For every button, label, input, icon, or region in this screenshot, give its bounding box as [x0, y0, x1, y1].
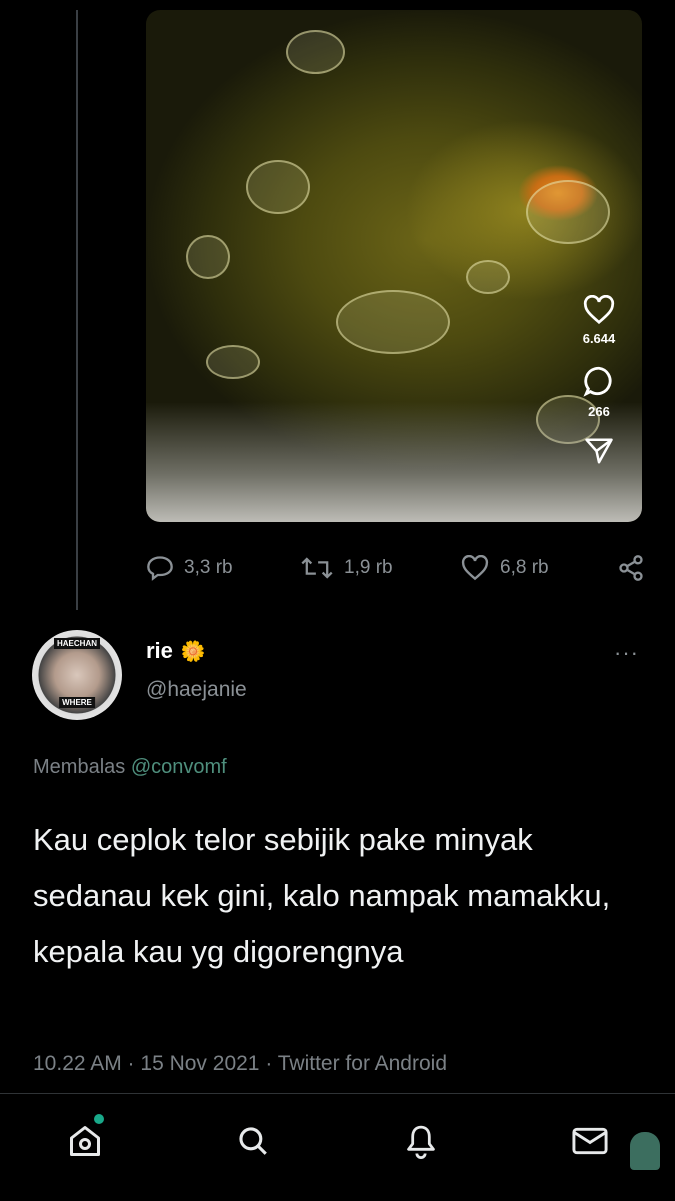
like-count: 6,8 rb [500, 557, 549, 578]
oil-bubble [206, 345, 260, 379]
replying-to-label: Membalas [33, 756, 126, 778]
author-name-row[interactable]: rie 🌼 [146, 638, 206, 664]
avatar[interactable]: HAECHAN WHERE [32, 630, 122, 720]
media-comment[interactable]: 266 [582, 364, 616, 419]
nav-search[interactable] [228, 1116, 278, 1166]
replying-to-mention[interactable]: @convomf [131, 756, 227, 778]
oil-bubble [186, 235, 230, 279]
share-button[interactable] [616, 554, 646, 582]
oil-bubble [286, 30, 345, 74]
comment-icon [583, 366, 612, 397]
home-notification-dot [94, 1114, 104, 1124]
oil-bubble [466, 260, 510, 294]
search-icon [239, 1127, 267, 1155]
media-video[interactable]: 6.644 266 [146, 10, 642, 522]
heart-icon [583, 295, 615, 325]
media-like[interactable]: 6.644 [582, 295, 616, 346]
avatar-tag-top: HAECHAN [54, 638, 100, 649]
author-name: rie [146, 638, 173, 663]
pan-edge [146, 402, 642, 522]
more-options-button[interactable]: ··· [614, 640, 639, 666]
floating-compose-button[interactable] [630, 1132, 660, 1170]
reply-count: 3,3 rb [184, 557, 233, 578]
messages-icon [572, 1127, 608, 1155]
retweet-button[interactable]: 1,9 rb [300, 555, 393, 581]
tweet-meta: 10.22 AM · 15 Nov 2021 · Twitter for And… [33, 1052, 448, 1075]
media-comment-count: 266 [588, 404, 610, 419]
avatar-tag-bottom: WHERE [59, 697, 95, 708]
nav-messages[interactable] [565, 1116, 615, 1166]
author-handle[interactable]: @haejanie [146, 678, 247, 702]
nav-home[interactable] [60, 1114, 110, 1166]
oil-bubble [336, 290, 450, 354]
flower-emoji: 🌼 [180, 640, 206, 663]
reply-icon [147, 556, 173, 581]
media-actions: 6.644 266 [574, 295, 624, 483]
oil-bubble [246, 160, 310, 214]
media-send[interactable] [584, 437, 614, 465]
media-like-count: 6.644 [582, 331, 616, 346]
thread-line [76, 10, 78, 610]
nav-notifications[interactable] [396, 1116, 446, 1166]
notifications-icon [407, 1125, 435, 1159]
send-icon [585, 438, 613, 464]
replying-to: Membalas @convomf [33, 756, 227, 779]
bottom-nav [0, 1093, 675, 1201]
tweet-text: Kau ceplok telor sebijik pake minyak sed… [33, 822, 611, 969]
share-icon [619, 555, 643, 581]
retweet-icon [301, 557, 333, 579]
oil-bubble [526, 180, 610, 244]
home-icon [70, 1126, 100, 1156]
reply-button[interactable]: 3,3 rb [146, 555, 233, 581]
retweet-count: 1,9 rb [344, 557, 393, 578]
tweet-action-bar: 3,3 rb 1,9 rb 6,8 rb [146, 548, 646, 588]
like-button[interactable]: 6,8 rb [460, 555, 549, 581]
like-icon [461, 555, 489, 581]
